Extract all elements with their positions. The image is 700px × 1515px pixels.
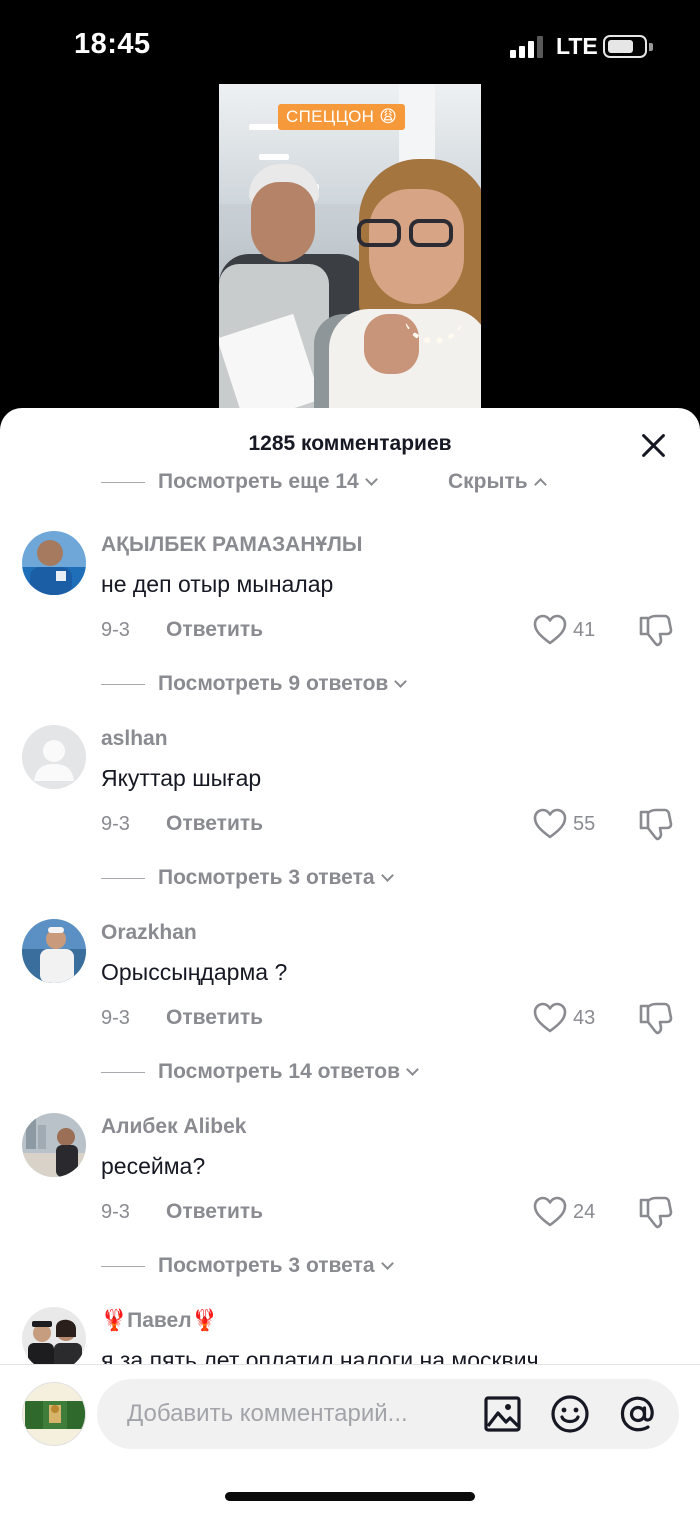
chevron-up-icon — [533, 478, 547, 491]
chevron-down-icon — [364, 473, 378, 486]
image-icon[interactable] — [483, 1394, 523, 1434]
comment-author[interactable]: Алибек Alibek — [101, 1115, 246, 1139]
comment-text: не деп отыр мыналар — [101, 571, 334, 597]
comment-author[interactable]: Orazkhan — [101, 921, 197, 945]
video-tag: СПЕЦЦОН 😩 — [278, 104, 406, 130]
chevron-down-icon — [406, 1063, 419, 1076]
heart-icon[interactable] — [533, 808, 567, 840]
like-count: 55 — [573, 813, 596, 835]
dislike-icon[interactable] — [638, 612, 674, 648]
view-replies-label: Посмотреть 3 ответа — [158, 866, 375, 889]
divider — [101, 684, 145, 685]
view-more-button[interactable]: Посмотреть еще 14 — [158, 470, 378, 494]
avatar[interactable] — [22, 725, 86, 789]
reply-button[interactable]: Ответить — [166, 1006, 263, 1030]
view-replies-button[interactable]: Посмотреть 3 ответа — [0, 862, 700, 896]
signal-icon — [510, 36, 546, 58]
chevron-down-icon — [380, 1257, 394, 1270]
view-replies-label: Посмотреть 9 ответов — [158, 672, 389, 695]
comment-date: 9-3 — [101, 1007, 130, 1029]
view-replies-button[interactable]: Посмотреть 3 ответа — [0, 1250, 700, 1284]
comments-count-title: 1285 комментариев — [248, 432, 452, 455]
comment-date: 9-3 — [101, 1201, 130, 1223]
comment-author[interactable]: aslhan — [101, 727, 168, 751]
network-type: LTE — [556, 33, 598, 59]
comment-author[interactable]: 🦞Павел🦞 — [101, 1309, 218, 1333]
battery-icon — [603, 35, 647, 58]
like-count: 24 — [573, 1201, 596, 1223]
hide-replies-button[interactable]: Скрыть — [448, 470, 547, 494]
video-light — [259, 154, 289, 160]
comment-item: Алибек Alibek ресейма? 9-3 Ответить 24 П… — [0, 1113, 700, 1303]
divider — [101, 482, 145, 483]
comment-author[interactable]: АҚЫЛБЕК РАМАЗАНҰЛЫ — [101, 533, 362, 557]
battery-cap — [649, 43, 653, 51]
comment-item: АҚЫЛБЕК РАМАЗАНҰЛЫ не деп отыр мыналар 9… — [0, 531, 700, 721]
avatar[interactable] — [22, 531, 86, 595]
comment-item: Orazkhan Орыссыңдарма ? 9-3 Ответить 43 … — [0, 919, 700, 1109]
reply-button[interactable]: Ответить — [166, 812, 263, 836]
close-icon[interactable] — [634, 426, 674, 466]
home-indicator[interactable] — [225, 1492, 475, 1501]
status-time: 18:45 — [74, 28, 151, 60]
hide-label: Скрыть — [448, 470, 528, 493]
avatar[interactable] — [22, 1113, 86, 1177]
status-bar: 18:45 LTE — [0, 0, 700, 90]
view-replies-label: Посмотреть 3 ответа — [158, 1254, 375, 1277]
my-avatar[interactable] — [22, 1382, 86, 1446]
divider — [101, 878, 145, 879]
comment-input[interactable]: Добавить комментарий... — [97, 1379, 679, 1449]
divider — [101, 1072, 145, 1073]
comment-item: aslhan Якуттар шығар 9-3 Ответить 55 Пос… — [0, 725, 700, 915]
avatar[interactable] — [22, 1307, 86, 1364]
view-more-label: Посмотреть еще 14 — [158, 470, 359, 493]
video-player[interactable] — [219, 84, 481, 410]
comment-text: ресейма? — [101, 1153, 206, 1179]
like-count: 41 — [573, 619, 596, 641]
chevron-down-icon — [380, 869, 394, 882]
chevron-down-icon — [394, 675, 408, 688]
dislike-icon[interactable] — [638, 806, 674, 842]
heart-icon[interactable] — [533, 1196, 567, 1228]
avatar[interactable] — [22, 919, 86, 983]
emoji-icon[interactable] — [550, 1394, 590, 1434]
comments-sheet: 1285 комментариев Посмотреть еще 14 Скры… — [0, 408, 700, 1515]
prev-thread-controls: Посмотреть еще 14 Скрыть — [0, 470, 700, 500]
comment-text: Якуттар шығар — [101, 765, 262, 791]
comment-text: Орыссыңдарма ? — [101, 959, 288, 985]
like-count: 43 — [573, 1007, 596, 1029]
mention-icon[interactable] — [618, 1394, 658, 1434]
heart-icon[interactable] — [533, 614, 567, 646]
comments-list[interactable]: Посмотреть еще 14 Скрыть АҚЫЛБЕК РАМАЗАН… — [0, 470, 700, 1364]
video-glasses — [357, 219, 461, 249]
divider — [101, 1266, 145, 1267]
heart-icon[interactable] — [533, 1002, 567, 1034]
reply-button[interactable]: Ответить — [166, 618, 263, 642]
comment-date: 9-3 — [101, 619, 130, 641]
comment-item: 🦞Павел🦞 я за пять лет оплатил налоги на … — [0, 1307, 700, 1364]
comment-input-placeholder: Добавить комментарий... — [127, 1400, 408, 1427]
comment-date: 9-3 — [101, 813, 130, 835]
comment-input-bar: Добавить комментарий... — [0, 1364, 700, 1515]
view-replies-button[interactable]: Посмотреть 14 ответов — [0, 1056, 700, 1090]
reply-button[interactable]: Ответить — [166, 1200, 263, 1224]
view-replies-button[interactable]: Посмотреть 9 ответов — [0, 668, 700, 702]
view-replies-label: Посмотреть 14 ответов — [158, 1060, 400, 1083]
dislike-icon[interactable] — [638, 1000, 674, 1036]
comment-text: я за пять лет оплатил налоги на москвич — [101, 1347, 539, 1364]
dislike-icon[interactable] — [638, 1194, 674, 1230]
